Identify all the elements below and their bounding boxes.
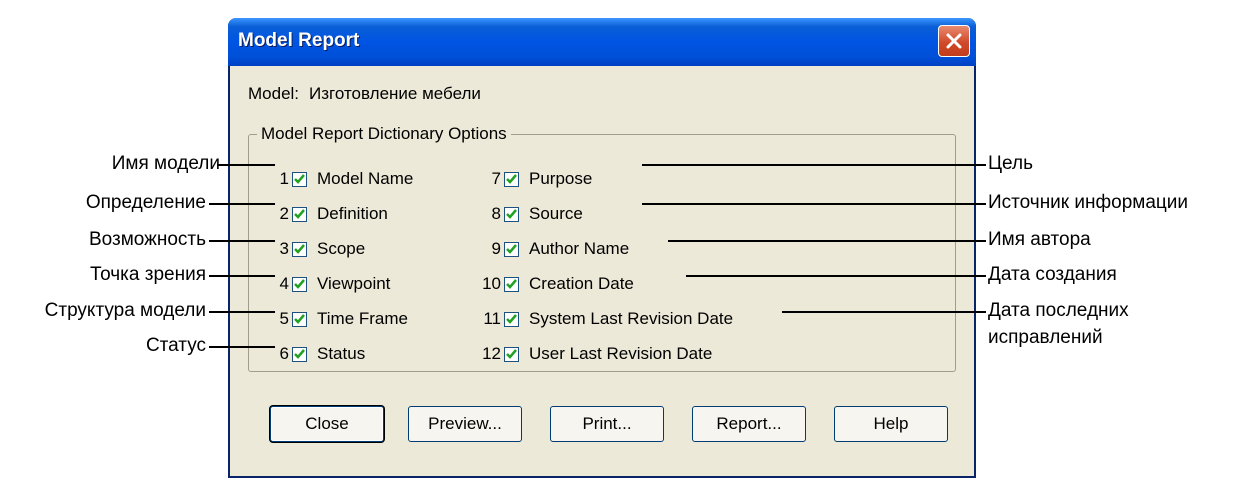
option-author-name[interactable]: 9 Author Name: [473, 236, 630, 262]
option-user-last-revision-date[interactable]: 12 User Last Revision Date: [473, 341, 712, 367]
option-definition[interactable]: 2 Definition: [261, 201, 388, 227]
option-scope[interactable]: 3 Scope: [261, 236, 366, 262]
checkbox[interactable]: [292, 171, 307, 187]
group-title: Model Report Dictionary Options: [261, 124, 507, 143]
checkmark-icon: [294, 313, 305, 324]
pointer-line: [209, 346, 275, 348]
close-button[interactable]: Close: [270, 406, 384, 442]
preview-button[interactable]: Preview...: [408, 406, 522, 442]
print-button[interactable]: Print...: [550, 406, 664, 442]
checkbox[interactable]: [292, 206, 307, 222]
checkmark-icon: [294, 243, 305, 254]
model-info: Model: Изготовление мебели: [248, 84, 491, 104]
option-model-name[interactable]: 1 Model Name: [261, 166, 414, 192]
option-number: 11: [483, 309, 501, 328]
option-number: 12: [482, 344, 501, 363]
model-report-dialog: Model Report Model: Изготовление мебели M…: [228, 18, 976, 478]
option-number: 8: [491, 204, 501, 223]
option-number: 9: [491, 239, 501, 258]
option-number: 4: [279, 274, 289, 293]
checkmark-icon: [506, 173, 517, 184]
help-button[interactable]: Help: [834, 406, 948, 442]
option-label: Viewpoint: [317, 274, 391, 293]
model-label: Model:: [248, 84, 300, 103]
checkmark-icon: [506, 243, 517, 254]
option-viewpoint[interactable]: 4 Viewpoint: [261, 271, 391, 297]
close-window-button[interactable]: [938, 25, 970, 57]
option-creation-date[interactable]: 10 Creation Date: [473, 271, 634, 297]
option-label: Scope: [317, 239, 366, 258]
dictionary-options-group: Model Report Dictionary Options 1 Model …: [248, 124, 956, 372]
annotation-time-frame: Структура модели: [44, 300, 206, 321]
annotation-creation-date: Дата создания: [988, 264, 1117, 285]
pointer-line: [209, 240, 275, 242]
annotation-last-revision-line1: Дата последних: [988, 300, 1129, 321]
checkbox[interactable]: [504, 206, 519, 222]
annotation-last-revision-line2: исправлений: [988, 327, 1103, 348]
option-label: Source: [529, 204, 583, 223]
checkmark-icon: [506, 348, 517, 359]
option-time-frame[interactable]: 5 Time Frame: [261, 306, 408, 332]
dialog-client-area: Model: Изготовление мебели Model Report D…: [230, 66, 974, 476]
checkmark-icon: [506, 208, 517, 219]
checkbox[interactable]: [292, 241, 307, 257]
option-status[interactable]: 6 Status: [261, 341, 366, 367]
option-number: 7: [491, 169, 501, 188]
checkbox[interactable]: [504, 276, 519, 292]
option-label: Definition: [317, 204, 388, 223]
checkbox[interactable]: [504, 346, 519, 362]
annotation-viewpoint: Точка зрения: [90, 264, 206, 285]
pointer-line: [209, 311, 275, 313]
option-label: Status: [317, 344, 366, 363]
checkbox[interactable]: [292, 311, 307, 327]
pointer-line: [668, 240, 986, 242]
option-number: 3: [279, 239, 289, 258]
checkmark-icon: [294, 348, 305, 359]
option-label: User Last Revision Date: [529, 344, 713, 363]
option-label: Model Name: [317, 169, 414, 188]
pointer-line: [209, 203, 275, 205]
annotation-definition: Определение: [85, 192, 206, 213]
checkbox[interactable]: [504, 171, 519, 187]
annotation-scope: Возможность: [88, 229, 206, 250]
model-value: Изготовление мебели: [309, 84, 481, 103]
option-label: Creation Date: [529, 274, 634, 293]
checkbox[interactable]: [292, 346, 307, 362]
pointer-line: [686, 275, 986, 277]
option-number: 2: [279, 204, 289, 223]
dialog-title: Model Report: [238, 30, 360, 51]
option-system-last-revision-date[interactable]: 11 System Last Revision Date: [473, 306, 733, 332]
checkbox[interactable]: [504, 241, 519, 257]
pointer-line: [782, 311, 986, 313]
report-button[interactable]: Report...: [692, 406, 806, 442]
option-label: Author Name: [529, 239, 630, 258]
option-label: Time Frame: [317, 309, 408, 328]
option-purpose[interactable]: 7 Purpose: [473, 166, 593, 192]
option-label: System Last Revision Date: [529, 309, 734, 328]
checkmark-icon: [294, 278, 305, 289]
pointer-line: [209, 275, 275, 277]
annotation-model-name: Имя модели: [111, 153, 220, 174]
option-number: 1: [279, 169, 289, 188]
title-bar[interactable]: Model Report: [228, 18, 976, 66]
checkmark-icon: [294, 173, 305, 184]
close-icon: [946, 33, 962, 49]
annotation-author-name: Имя автора: [988, 229, 1091, 250]
checkmark-icon: [506, 313, 517, 324]
annotation-purpose: Цель: [988, 153, 1033, 174]
pointer-line: [217, 164, 275, 166]
checkbox[interactable]: [504, 311, 519, 327]
annotation-source: Источник информации: [988, 192, 1189, 213]
annotation-status: Статус: [145, 335, 206, 356]
pointer-line: [642, 164, 986, 166]
checkbox[interactable]: [292, 276, 307, 292]
checkmark-icon: [294, 208, 305, 219]
option-source[interactable]: 8 Source: [473, 201, 583, 227]
checkmark-icon: [506, 278, 517, 289]
pointer-line: [642, 203, 986, 205]
option-label: Purpose: [529, 169, 593, 188]
option-number: 10: [482, 274, 501, 293]
